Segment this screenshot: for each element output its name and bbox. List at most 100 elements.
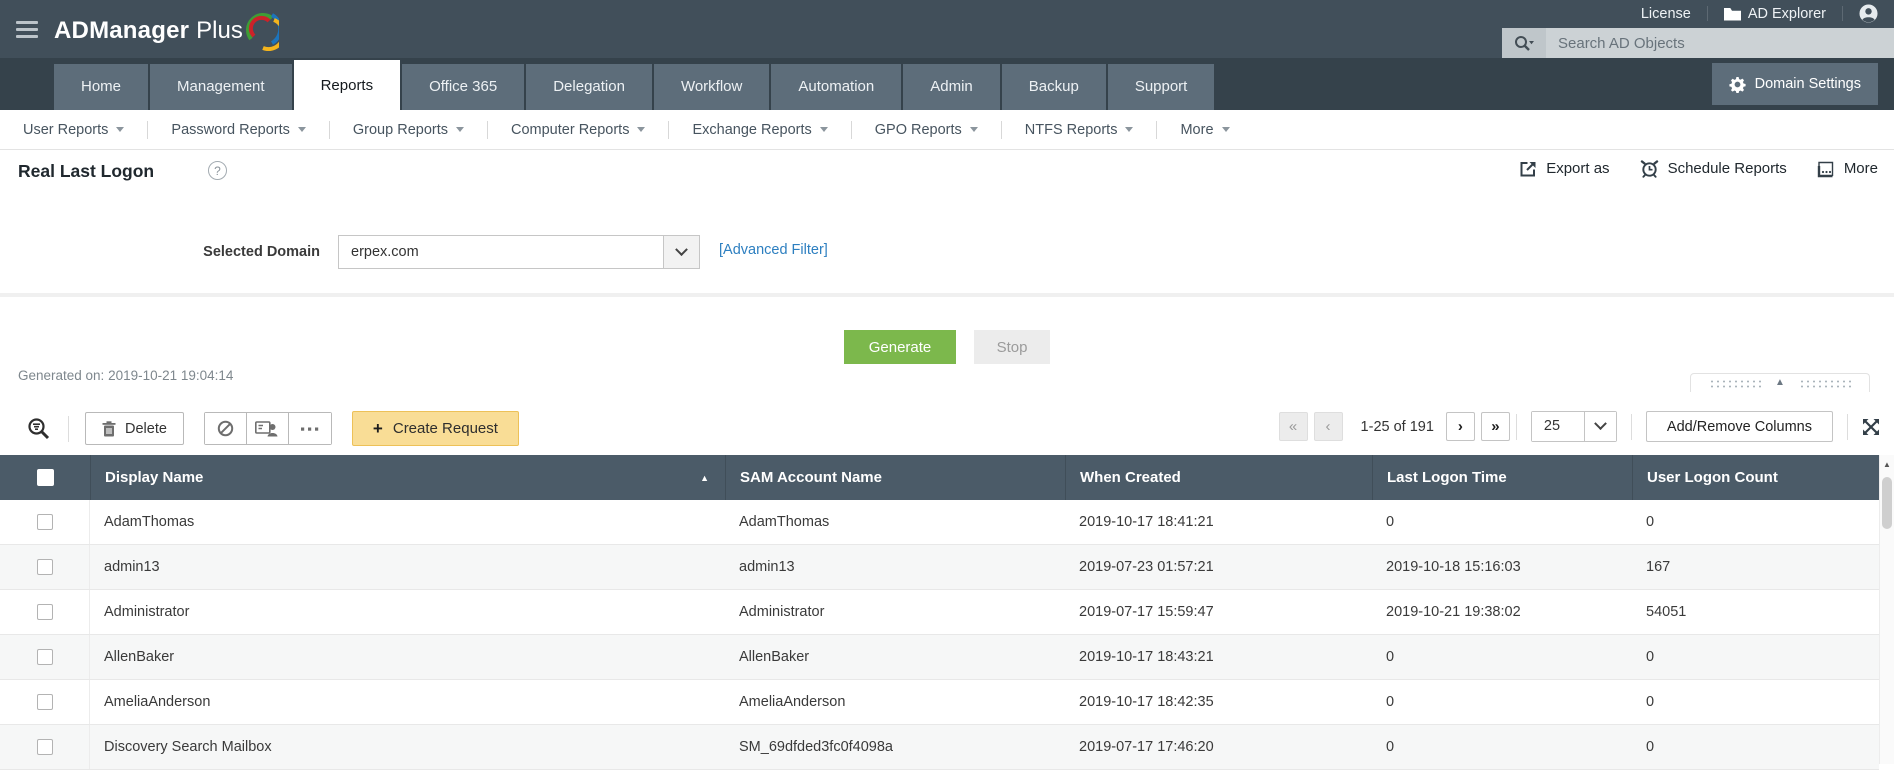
column-header-user-logon-count[interactable]: User Logon Count — [1632, 455, 1879, 500]
column-header-last-logon-time[interactable]: Last Logon Time — [1372, 455, 1632, 500]
top-utility-strip: License AD Explorer — [1625, 0, 1894, 27]
delete-button[interactable]: Delete — [85, 412, 184, 445]
table-row[interactable]: AdamThomas AdamThomas 2019-10-17 18:41:2… — [0, 500, 1879, 545]
collapse-up-icon: ▲ — [1775, 378, 1785, 388]
table-row[interactable]: Discovery Search Mailbox SM_69dfded3fc0f… — [0, 725, 1879, 770]
stop-button[interactable]: Stop — [974, 330, 1050, 364]
row-checkbox-cell — [0, 725, 90, 769]
generate-button[interactable]: Generate — [844, 330, 956, 364]
scroll-up-icon[interactable]: ▲ — [1880, 455, 1894, 469]
subnav-ntfs-reports[interactable]: NTFS Reports — [1002, 122, 1157, 138]
table-row[interactable]: AllenBaker AllenBaker 2019-10-17 18:43:2… — [0, 635, 1879, 680]
user-account-button[interactable] — [1843, 4, 1894, 23]
scrollbar-thumb[interactable] — [1882, 477, 1892, 529]
page-size-dropdown-button[interactable] — [1584, 412, 1616, 441]
export-as-button[interactable]: Export as — [1519, 160, 1609, 178]
more-actions-button[interactable]: More — [1817, 160, 1878, 178]
search-scope-button[interactable] — [1502, 28, 1546, 58]
more-panel-icon — [1817, 160, 1835, 178]
row-checkbox[interactable] — [37, 694, 53, 710]
domain-settings-button[interactable]: Domain Settings — [1712, 63, 1878, 105]
trash-icon — [102, 421, 116, 437]
domain-dropdown-value: erpex.com — [339, 236, 663, 268]
reports-subnav: User Reports Password Reports Group Repo… — [0, 110, 1894, 150]
table-scrollbar[interactable]: ▲ — [1879, 455, 1894, 764]
tab-admin[interactable]: Admin — [903, 64, 1000, 110]
cell-user-logon-count: 0 — [1632, 514, 1879, 530]
row-checkbox[interactable] — [37, 559, 53, 575]
column-header-when-created[interactable]: When Created — [1065, 455, 1372, 500]
row-checkbox[interactable] — [37, 649, 53, 665]
chevron-down-icon — [637, 127, 645, 132]
generated-on-text: Generated on: 2019-10-21 19:04:14 — [18, 368, 233, 383]
domain-dropdown[interactable]: erpex.com — [338, 235, 700, 269]
schedule-reports-button[interactable]: Schedule Reports — [1640, 159, 1787, 178]
expand-arrows-icon — [1862, 418, 1880, 436]
more-row-actions-button[interactable] — [289, 413, 331, 444]
subnav-group-reports[interactable]: Group Reports — [330, 122, 487, 138]
disable-account-button[interactable] — [205, 413, 247, 444]
nav-tabs: Home Management Reports Office 365 Deleg… — [54, 60, 1214, 110]
tab-office-365[interactable]: Office 365 — [402, 64, 524, 110]
help-icon[interactable]: ? — [208, 161, 227, 180]
subnav-password-reports[interactable]: Password Reports — [148, 122, 328, 138]
sort-asc-icon[interactable]: ▲ — [700, 473, 709, 483]
grip-dots-icon — [1709, 379, 1761, 388]
row-checkbox[interactable] — [37, 739, 53, 755]
cell-user-logon-count: 54051 — [1632, 604, 1879, 620]
table-row[interactable]: admin13 admin13 2019-07-23 01:57:21 2019… — [0, 545, 1879, 590]
subnav-user-reports[interactable]: User Reports — [0, 122, 147, 138]
tab-management[interactable]: Management — [150, 64, 292, 110]
table-row[interactable]: AmeliaAnderson AmeliaAnderson 2019-10-17… — [0, 680, 1879, 725]
ad-explorer-link[interactable]: AD Explorer — [1708, 6, 1842, 22]
pagination-last-button[interactable]: » — [1481, 412, 1510, 441]
grip-dots-icon — [1799, 379, 1851, 388]
select-all-checkbox[interactable] — [37, 469, 54, 486]
tab-backup[interactable]: Backup — [1002, 64, 1106, 110]
tab-delegation[interactable]: Delegation — [526, 64, 652, 110]
advanced-filter-link[interactable]: [Advanced Filter] — [719, 242, 828, 258]
gear-icon — [1729, 76, 1746, 93]
row-checkbox-cell — [0, 545, 90, 589]
tab-support[interactable]: Support — [1108, 64, 1215, 110]
fullscreen-toggle-button[interactable] — [1862, 418, 1880, 436]
column-header-sam-account-name[interactable]: SAM Account Name — [725, 455, 1065, 500]
quick-search-icon[interactable] — [26, 416, 52, 442]
report-title-row: Real Last Logon ? Export as Schedule Rep… — [0, 151, 1894, 195]
subnav-gpo-reports[interactable]: GPO Reports — [852, 122, 1001, 138]
row-checkbox[interactable] — [37, 514, 53, 530]
column-header-display-name[interactable]: Display Name ▲ — [90, 455, 725, 500]
panel-collapse-handle[interactable]: ▲ — [1690, 373, 1870, 392]
subnav-computer-reports[interactable]: Computer Reports — [488, 122, 668, 138]
tab-reports[interactable]: Reports — [294, 60, 401, 110]
divider — [1847, 414, 1848, 440]
tab-workflow[interactable]: Workflow — [654, 64, 769, 110]
domain-dropdown-button[interactable] — [663, 236, 699, 268]
pagination-first-button[interactable]: « — [1279, 412, 1308, 441]
subnav-more[interactable]: More — [1157, 122, 1252, 138]
manage-user-button[interactable] — [247, 413, 289, 444]
cell-last-logon-time: 2019-10-21 19:38:02 — [1372, 604, 1632, 620]
tab-home[interactable]: Home — [54, 64, 148, 110]
cell-when-created: 2019-10-17 18:41:21 — [1065, 514, 1372, 530]
pagination-prev-button[interactable]: ‹ — [1314, 412, 1343, 441]
hamburger-menu-icon[interactable] — [16, 21, 38, 42]
pagination-next-button[interactable]: › — [1446, 412, 1475, 441]
page-size-select[interactable]: 25 — [1531, 411, 1617, 442]
cell-when-created: 2019-07-17 15:59:47 — [1065, 604, 1372, 620]
cell-user-logon-count: 167 — [1632, 559, 1879, 575]
tab-automation[interactable]: Automation — [771, 64, 901, 110]
ad-search — [1502, 28, 1894, 58]
subnav-exchange-reports[interactable]: Exchange Reports — [669, 122, 850, 138]
divider — [1516, 414, 1517, 440]
create-request-button[interactable]: + Create Request — [352, 411, 519, 446]
chevron-down-icon — [675, 243, 688, 256]
toolbar-right: « ‹ 1-25 of 191 › » 25 Add/Remove Column… — [1279, 411, 1880, 442]
id-card-user-icon — [255, 421, 279, 437]
add-remove-columns-button[interactable]: Add/Remove Columns — [1646, 411, 1833, 442]
cell-sam-account-name: AmeliaAnderson — [725, 694, 1065, 710]
search-ad-objects-input[interactable] — [1546, 28, 1894, 58]
row-checkbox[interactable] — [37, 604, 53, 620]
license-link[interactable]: License — [1625, 6, 1707, 22]
table-row[interactable]: Administrator Administrator 2019-07-17 1… — [0, 590, 1879, 635]
